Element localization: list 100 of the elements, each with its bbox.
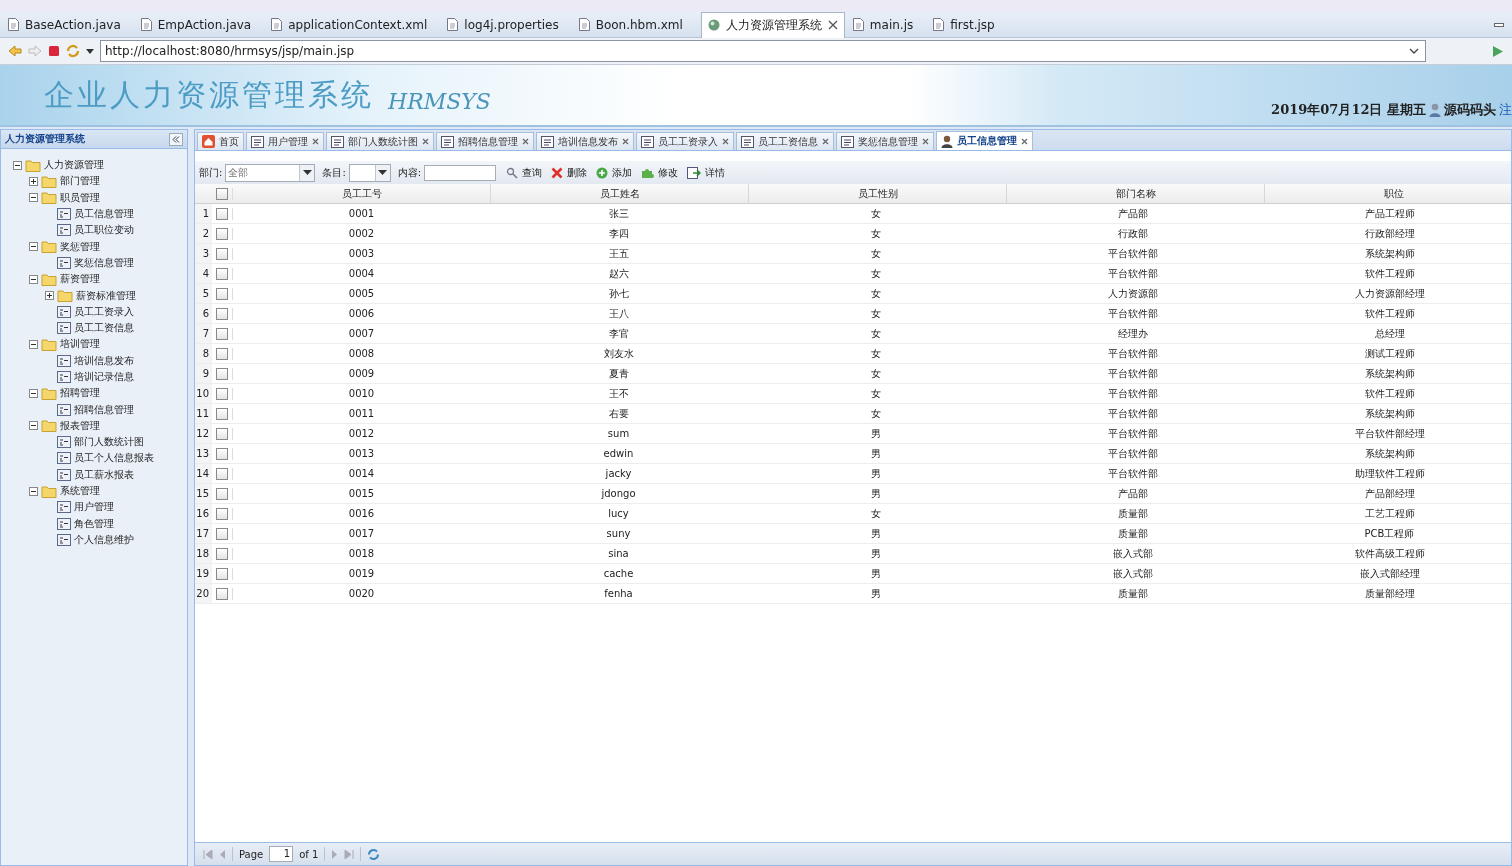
tree-item[interactable]: 报表管理 — [60, 418, 100, 433]
chevron-down-icon[interactable] — [1409, 48, 1419, 54]
tree-item[interactable]: 薪资标准管理 — [76, 288, 136, 303]
row-checkbox[interactable] — [216, 467, 228, 480]
select-all-checkbox[interactable] — [216, 187, 228, 200]
column-header[interactable]: 职位 — [1265, 184, 1512, 203]
close-icon[interactable] — [422, 138, 429, 145]
collapse-icon[interactable] — [29, 274, 38, 284]
row-checkbox[interactable] — [216, 527, 228, 540]
tab[interactable]: 奖惩信息管理 — [836, 132, 934, 150]
dropdown-arrow-icon[interactable] — [86, 48, 94, 54]
content-field[interactable] — [424, 164, 497, 181]
tree-item[interactable]: 员工职位变动 — [74, 223, 134, 238]
toolbar-button[interactable]: 删除 — [548, 165, 591, 180]
collapse-icon[interactable] — [29, 193, 38, 203]
dropdown-arrow-icon[interactable] — [378, 170, 388, 175]
refresh-icon[interactable] — [66, 44, 80, 58]
page-field[interactable]: 1 — [269, 846, 294, 862]
toolbar-button[interactable]: 添加 — [593, 165, 636, 180]
row-checkbox[interactable] — [216, 587, 228, 600]
toolbar-button[interactable]: 查询 — [503, 165, 546, 180]
column-header[interactable]: 员工性别 — [749, 184, 1007, 203]
collapse-icon[interactable] — [29, 486, 38, 496]
collapse-icon[interactable] — [29, 242, 38, 252]
row-checkbox[interactable] — [216, 507, 228, 520]
row-checkbox[interactable] — [216, 447, 228, 460]
logout-link[interactable]: 注 — [1499, 101, 1512, 119]
tree-item[interactable]: 部门管理 — [60, 174, 100, 189]
tree-item[interactable]: 员工工资信息 — [74, 321, 134, 336]
row-checkbox[interactable] — [216, 327, 228, 340]
department-select[interactable]: 全部 — [225, 163, 316, 182]
go-icon[interactable] — [1492, 44, 1504, 58]
previous-page-icon[interactable] — [219, 849, 226, 859]
tree-item[interactable]: 培训信息发布 — [74, 353, 134, 368]
tree-item[interactable]: 员工信息管理 — [74, 207, 134, 222]
first-page-icon[interactable] — [203, 849, 213, 859]
close-icon[interactable] — [522, 138, 529, 145]
tree-item[interactable]: 培训管理 — [60, 337, 100, 352]
tree-item[interactable]: 员工个人信息报表 — [74, 451, 154, 466]
tab[interactable]: 部门人数统计图 — [326, 132, 434, 150]
minimize-icon[interactable] — [1494, 22, 1504, 27]
tree-item[interactable]: 奖惩管理 — [60, 239, 100, 254]
entries-select[interactable] — [348, 163, 391, 182]
editor-tab[interactable]: log4j.properties — [445, 12, 571, 37]
row-checkbox[interactable] — [216, 427, 228, 440]
editor-tab[interactable]: main.js — [850, 12, 926, 37]
tree-item[interactable]: 薪资管理 — [60, 272, 100, 287]
tree-item[interactable]: 用户管理 — [74, 500, 114, 515]
close-icon[interactable] — [922, 138, 929, 145]
tab[interactable]: 员工工资录入 — [636, 132, 734, 150]
address-field[interactable]: http://localhost:8080/hrmsys/jsp/main.jsp — [100, 40, 1426, 62]
close-icon[interactable] — [827, 20, 838, 30]
tree-item[interactable]: 角色管理 — [74, 516, 114, 531]
tab[interactable]: 员工工资信息 — [736, 132, 834, 150]
last-page-icon[interactable] — [344, 849, 355, 859]
editor-tab[interactable]: EmpAction.java — [138, 12, 264, 37]
row-checkbox[interactable] — [216, 267, 228, 280]
tree-item[interactable]: 员工薪水报表 — [74, 467, 134, 482]
row-checkbox[interactable] — [216, 387, 228, 400]
tree-item[interactable]: 职员管理 — [60, 190, 100, 205]
row-checkbox[interactable] — [216, 347, 228, 360]
collapse-icon[interactable] — [29, 388, 38, 398]
tab[interactable]: 员工信息管理 — [936, 131, 1033, 150]
collapse-icon[interactable] — [13, 160, 22, 170]
toolbar-button[interactable]: 详情 — [684, 165, 729, 180]
column-header[interactable]: 员工姓名 — [491, 184, 749, 203]
row-checkbox[interactable] — [216, 407, 228, 420]
row-checkbox[interactable] — [216, 227, 228, 240]
stop-icon[interactable] — [48, 45, 60, 57]
editor-tab[interactable]: Boon.hbm.xml — [576, 12, 695, 37]
close-icon[interactable] — [722, 138, 729, 145]
tree-item[interactable]: 奖惩信息管理 — [74, 255, 134, 270]
collapse-icon[interactable] — [29, 421, 38, 431]
tree-item[interactable]: 员工工资录入 — [74, 304, 134, 319]
row-checkbox[interactable] — [216, 307, 228, 320]
column-header[interactable]: 部门名称 — [1007, 184, 1265, 203]
row-checkbox[interactable] — [216, 547, 228, 560]
tree-item[interactable]: 个人信息维护 — [74, 532, 134, 547]
tab[interactable]: 培训信息发布 — [536, 132, 634, 150]
row-checkbox[interactable] — [216, 287, 228, 300]
row-checkbox[interactable] — [216, 367, 228, 380]
close-icon[interactable] — [1021, 137, 1028, 145]
refresh-icon[interactable] — [367, 847, 381, 861]
editor-tab[interactable]: BaseAction.java — [6, 12, 133, 37]
tree-item[interactable]: 人力资源管理 — [44, 158, 104, 173]
close-icon[interactable] — [312, 138, 319, 145]
close-icon[interactable] — [822, 138, 829, 145]
back-icon[interactable] — [8, 45, 22, 57]
row-checkbox[interactable] — [216, 207, 228, 220]
row-checkbox[interactable] — [216, 247, 228, 260]
tab[interactable]: 用户管理 — [246, 132, 324, 150]
tree-item[interactable]: 招聘管理 — [60, 386, 100, 401]
collapse-icon[interactable] — [29, 339, 38, 349]
tree-item[interactable]: 培训记录信息 — [74, 370, 134, 384]
tab[interactable]: 首页 — [197, 132, 244, 150]
editor-tab[interactable]: first.jsp — [931, 12, 1007, 37]
row-checkbox[interactable] — [216, 487, 228, 500]
dropdown-arrow-icon[interactable] — [302, 170, 312, 175]
expand-icon[interactable] — [29, 176, 38, 186]
tree-item[interactable]: 系统管理 — [60, 484, 100, 499]
